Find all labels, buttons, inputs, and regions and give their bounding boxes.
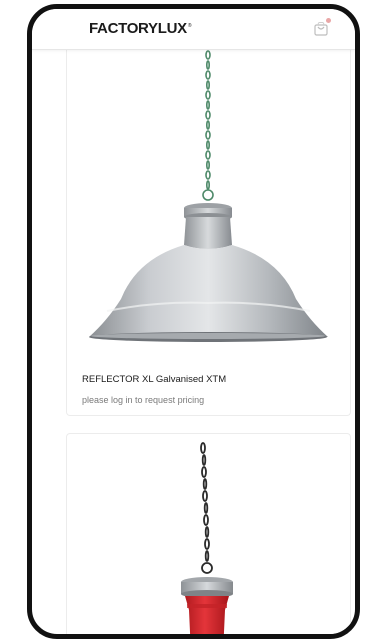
product-card[interactable]: REFLECTOR XL Galvanised XTM please log i… (66, 49, 351, 416)
pendant-lamp-red-image[interactable] (67, 434, 350, 634)
brand-logo[interactable]: FACTORYLUX® (89, 20, 192, 37)
screen: FACTORYLUX® REFLECTOR XL Galvanised XTM … (32, 9, 355, 634)
product-title[interactable]: REFLECTOR XL Galvanised XTM (82, 374, 226, 385)
cart-badge-dot (326, 18, 331, 23)
app-header: FACTORYLUX® (32, 9, 355, 50)
brand-logo-text: FACTORYLUX (89, 20, 187, 37)
product-card[interactable] (66, 433, 351, 634)
product-price-note[interactable]: please log in to request pricing (82, 395, 204, 405)
cart-icon[interactable] (313, 18, 331, 37)
phone-frame: FACTORYLUX® REFLECTOR XL Galvanised XTM … (27, 4, 360, 639)
pendant-lamp-galvanised-image[interactable] (67, 49, 350, 364)
brand-logo-mark: ® (187, 23, 192, 29)
